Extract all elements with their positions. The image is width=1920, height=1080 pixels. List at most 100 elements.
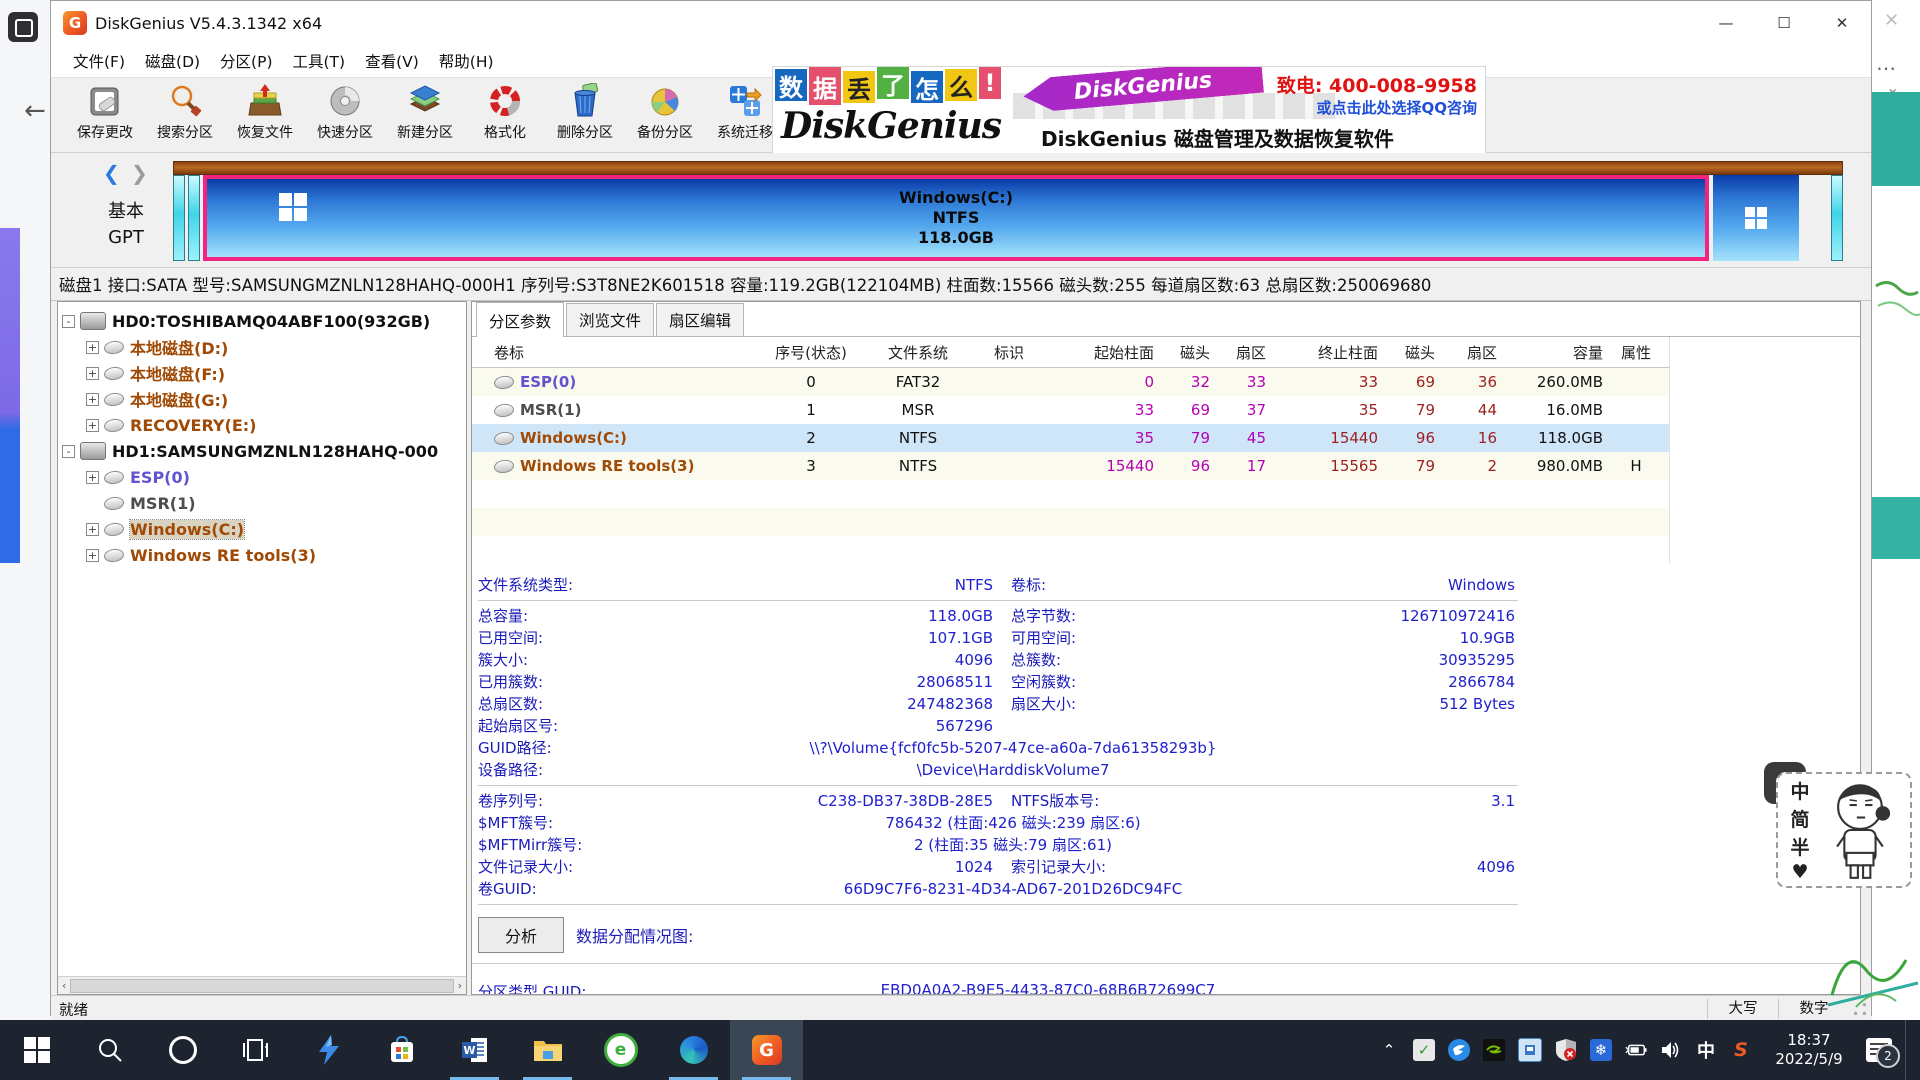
file-explorer-button[interactable] — [511, 1020, 584, 1080]
green-e-icon: e — [604, 1033, 638, 1067]
tree-item-local-f[interactable]: +本地磁盘(F:) — [86, 360, 466, 386]
recover-files-button[interactable]: 恢复文件 — [225, 78, 305, 150]
flash-app-button[interactable] — [292, 1020, 365, 1080]
partition-esp-bar[interactable] — [173, 175, 185, 261]
tray-battery-icon[interactable] — [1625, 1039, 1647, 1061]
search-icon — [166, 82, 204, 120]
scroll-right-arrow[interactable]: › — [458, 979, 462, 992]
menu-view[interactable]: 查看(V) — [355, 46, 429, 76]
save-changes-button[interactable]: 保存更改 — [65, 78, 145, 150]
tab-browse-files[interactable]: 浏览文件 — [566, 303, 654, 336]
table-row-windows-re[interactable]: Windows RE tools(3) 3 NTFS 15440 96 17 1… — [472, 452, 1670, 480]
table-row-esp[interactable]: ESP(0) 0 FAT32 0 32 33 33 69 36 260.0MB — [472, 368, 1670, 396]
partition-free-bar[interactable] — [1831, 175, 1843, 261]
green-browser-button[interactable]: e — [584, 1020, 657, 1080]
start-button[interactable] — [0, 1020, 73, 1080]
windows-logo-icon — [279, 193, 307, 221]
tab-sector-edit[interactable]: 扇区编辑 — [656, 303, 744, 336]
tree-horizontal-scrollbar[interactable]: ‹ › — [58, 976, 466, 994]
partition-windows-c-bar[interactable]: Windows(C:) NTFS 118.0GB — [203, 175, 1709, 261]
search-partition-button[interactable]: 搜索分区 — [145, 78, 225, 150]
clock-time: 18:37 — [1765, 1031, 1853, 1050]
microsoft-store-button[interactable] — [365, 1020, 438, 1080]
background-back-arrow-icon[interactable]: ← — [24, 96, 46, 126]
tray-snowflake-icon[interactable]: ❄ — [1590, 1039, 1612, 1061]
edge-swirl-icon — [680, 1036, 708, 1064]
partition-re-tools-bar[interactable] — [1713, 175, 1799, 261]
table-row-msr[interactable]: MSR(1) 1 MSR 33 69 37 35 79 44 16.0MB — [472, 396, 1670, 424]
partition-msr-bar[interactable] — [188, 175, 200, 261]
tree-item-esp[interactable]: +ESP(0) — [86, 464, 466, 490]
partition-icon — [103, 521, 125, 537]
notification-badge: 2 — [1876, 1044, 1900, 1068]
cortana-button[interactable] — [146, 1020, 219, 1080]
format-button[interactable]: 格式化 — [465, 78, 545, 150]
menu-file[interactable]: 文件(F) — [63, 46, 135, 76]
ime-status-widget[interactable]: 中 简 半 ♥ — [1776, 772, 1912, 888]
word-button[interactable]: W — [438, 1020, 511, 1080]
tree-item-windows-c[interactable]: +Windows(C:) — [86, 516, 466, 542]
tray-intel-graphics-icon[interactable] — [1518, 1038, 1542, 1062]
layers-icon — [406, 82, 444, 120]
scroll-left-arrow[interactable]: ‹ — [62, 979, 66, 992]
quick-partition-button[interactable]: 快速分区 — [305, 78, 385, 150]
edge-button[interactable] — [657, 1020, 730, 1080]
close-button[interactable]: ✕ — [1813, 1, 1871, 45]
menu-help[interactable]: 帮助(H) — [429, 46, 504, 76]
tray-sogou-icon[interactable]: S — [1730, 1039, 1752, 1061]
window-title: DiskGenius V5.4.3.1342 x64 — [95, 14, 322, 33]
taskbar-search-button[interactable] — [73, 1020, 146, 1080]
tray-ime-indicator[interactable]: 中 — [1695, 1039, 1717, 1061]
ad-tile: 么 — [945, 69, 977, 101]
analyze-button[interactable]: 分析 — [478, 917, 564, 953]
tray-nvidia-icon[interactable] — [1483, 1039, 1505, 1061]
tray-defender-icon[interactable] — [1555, 1039, 1577, 1061]
tray-check-icon[interactable]: ✓ — [1413, 1039, 1435, 1061]
background-chevron-down-icon[interactable]: ⌄ — [1886, 78, 1899, 97]
titlebar[interactable]: G DiskGenius V5.4.3.1342 x64 — ☐ ✕ — [51, 1, 1871, 45]
diskgenius-taskbar-button[interactable]: G — [730, 1020, 803, 1080]
maximize-button[interactable]: ☐ — [1755, 1, 1813, 45]
prev-disk-arrow[interactable]: ❮ — [103, 161, 120, 185]
next-disk-arrow[interactable]: ❯ — [131, 161, 148, 185]
menu-disk[interactable]: 磁盘(D) — [135, 46, 210, 76]
ad-qq-link[interactable]: 或点击此处选择QQ咨询 — [1316, 97, 1477, 118]
scroll-thumb[interactable] — [70, 979, 453, 993]
disk-graphic-panel: ❮ ❯ 基本 GPT Windows(C:) NTFS 118.0GB — [51, 153, 1871, 268]
tray-volume-icon[interactable] — [1660, 1039, 1682, 1061]
background-close-icon[interactable]: ✕ — [1884, 10, 1899, 31]
partition-icon — [103, 365, 125, 381]
show-desktop-button[interactable] — [1905, 1020, 1914, 1080]
partition-icon — [103, 417, 125, 433]
toolbar: 保存更改 搜索分区 恢复文件 快速分区 新建分区 格式化 — [51, 77, 1871, 153]
disc-icon — [326, 82, 364, 120]
table-row-windows-c-selected[interactable]: Windows(C:) 2 NTFS 35 79 45 15440 96 16 … — [472, 424, 1670, 452]
tree-item-hd0[interactable]: -HD0:TOSHIBAMQ04ABF100(932GB) — [62, 308, 466, 334]
tray-dingtalk-icon[interactable] — [1448, 1039, 1470, 1061]
menu-partition[interactable]: 分区(P) — [210, 46, 282, 76]
volume-details: 文件系统类型:NTFS卷标:Windows 总容量:118.0GB总字节数:12… — [472, 564, 1860, 953]
tray-expand-icon[interactable]: ⌃ — [1378, 1039, 1400, 1061]
tree-item-msr[interactable]: MSR(1) — [86, 490, 466, 516]
background-menu-dots-icon[interactable]: ⋯ — [1876, 56, 1898, 80]
tree-item-local-g[interactable]: +本地磁盘(G:) — [86, 386, 466, 412]
system-tray: ⌃ ✓ ❄ 中 S 18:37 2022/5/9 2 — [1378, 1020, 1920, 1080]
tree-item-hd1[interactable]: -HD1:SAMSUNGMZNLN128HAHQ-000 — [62, 438, 466, 464]
tab-partition-params[interactable]: 分区参数 — [476, 302, 564, 337]
partition-size: 118.0GB — [899, 228, 1013, 248]
taskbar-clock[interactable]: 18:37 2022/5/9 — [1765, 1031, 1853, 1069]
new-partition-button[interactable]: 新建分区 — [385, 78, 465, 150]
tree-item-windows-re[interactable]: +Windows RE tools(3) — [86, 542, 466, 568]
action-center-button[interactable]: 2 — [1866, 1038, 1892, 1062]
minimize-button[interactable]: — — [1697, 1, 1755, 45]
task-view-button[interactable] — [219, 1020, 292, 1080]
background-left-strip — [0, 228, 20, 563]
ad-banner[interactable]: 数 据 丢 了 怎 么 ! DiskGenius DiskGenius 致电: … — [772, 66, 1486, 154]
backup-partition-button[interactable]: 备份分区 — [625, 78, 705, 150]
delete-partition-button[interactable]: 删除分区 — [545, 78, 625, 150]
tree-item-local-d[interactable]: +本地磁盘(D:) — [86, 334, 466, 360]
menu-tools[interactable]: 工具(T) — [283, 46, 356, 76]
diskgenius-icon: G — [752, 1035, 782, 1065]
tree-item-recovery-e[interactable]: +RECOVERY(E:) — [86, 412, 466, 438]
windows-logo-icon-small — [1745, 207, 1767, 229]
